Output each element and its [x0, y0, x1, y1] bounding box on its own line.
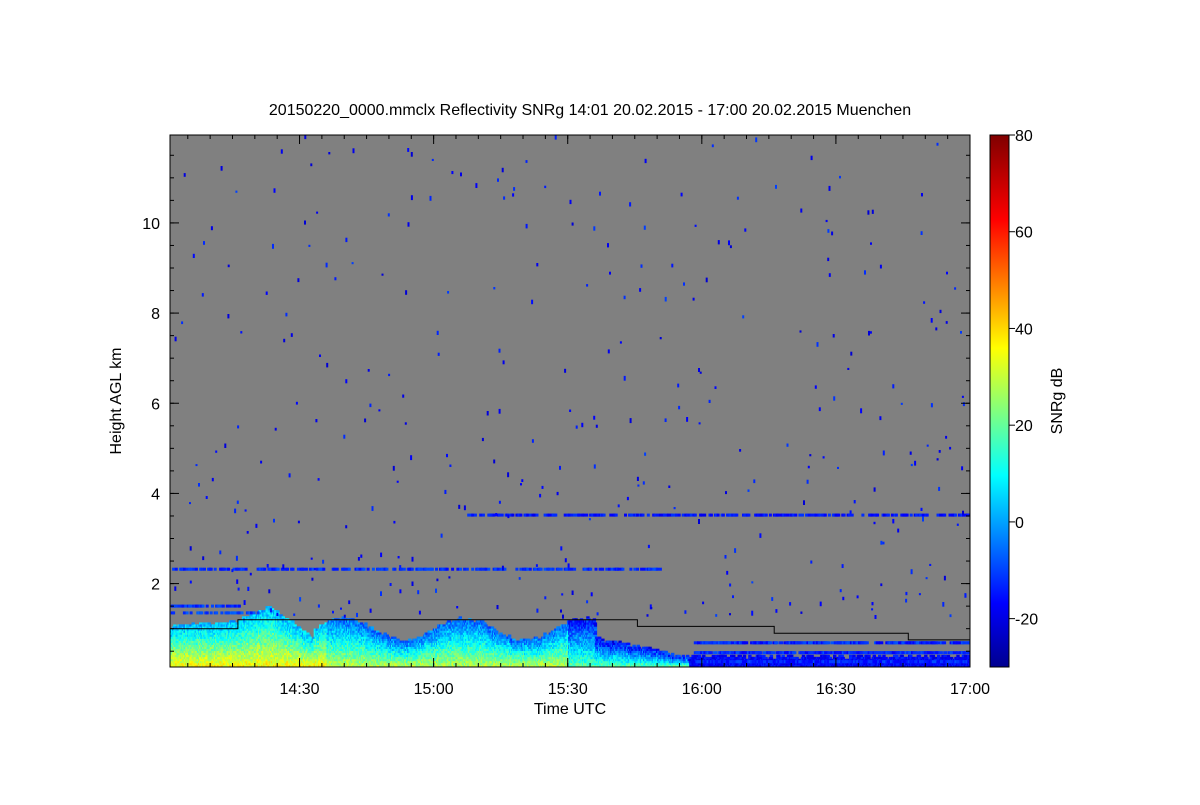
echo-cell	[291, 620, 295, 623]
echo-cell	[297, 626, 302, 629]
echo-cell	[298, 628, 303, 631]
echo-cell	[364, 624, 368, 627]
echo-cell	[281, 616, 285, 619]
echo-cell	[370, 628, 374, 631]
echo-cell	[219, 622, 223, 625]
echo-cell	[241, 616, 246, 619]
chart-svg: 20150220_0000.mmclx Reflectivity SNRg 14…	[108, 102, 1066, 718]
echo-cell	[303, 632, 307, 635]
echo-cell	[385, 634, 389, 637]
echo-cell	[376, 630, 380, 633]
echo-cell	[173, 624, 177, 627]
echo-cell	[202, 622, 206, 625]
echo-cell	[291, 622, 295, 625]
echo-cell	[199, 622, 203, 625]
echo-cell	[429, 630, 433, 633]
echo-cell	[207, 622, 211, 625]
echo-cell	[279, 614, 283, 617]
echo-cell	[356, 622, 361, 625]
echo-cell	[354, 620, 358, 623]
echo-cell	[191, 622, 195, 625]
echo-cell	[268, 606, 273, 609]
echo-cell	[276, 610, 280, 613]
echo-cell	[386, 636, 391, 639]
echo-cell	[416, 636, 421, 639]
echo-cell	[307, 634, 311, 637]
echo-cell	[393, 636, 397, 639]
echo-cell	[378, 632, 382, 635]
echo-cell	[396, 638, 400, 641]
echo-cell	[359, 622, 364, 625]
plot-background	[170, 135, 970, 667]
echo-cell	[303, 630, 307, 633]
radar-chart: 20150220_0000.mmclx Reflectivity SNRg 14…	[0, 0, 1200, 800]
echo-cell	[393, 638, 397, 641]
echo-cell	[364, 622, 368, 625]
echo-cell	[293, 624, 297, 627]
echo-cell	[404, 640, 409, 643]
echo-cell	[215, 622, 219, 625]
echo-cell	[306, 632, 310, 635]
echo-cell	[364, 626, 368, 629]
echo-cell	[370, 626, 374, 629]
echo-cell	[383, 632, 387, 635]
echo-cell	[408, 638, 412, 641]
chart-title: 20150220_0000.mmclx Reflectivity SNRg 14…	[269, 102, 911, 119]
echo-cell	[186, 624, 190, 627]
echo-cell	[308, 636, 312, 639]
echo-cell	[232, 620, 236, 623]
